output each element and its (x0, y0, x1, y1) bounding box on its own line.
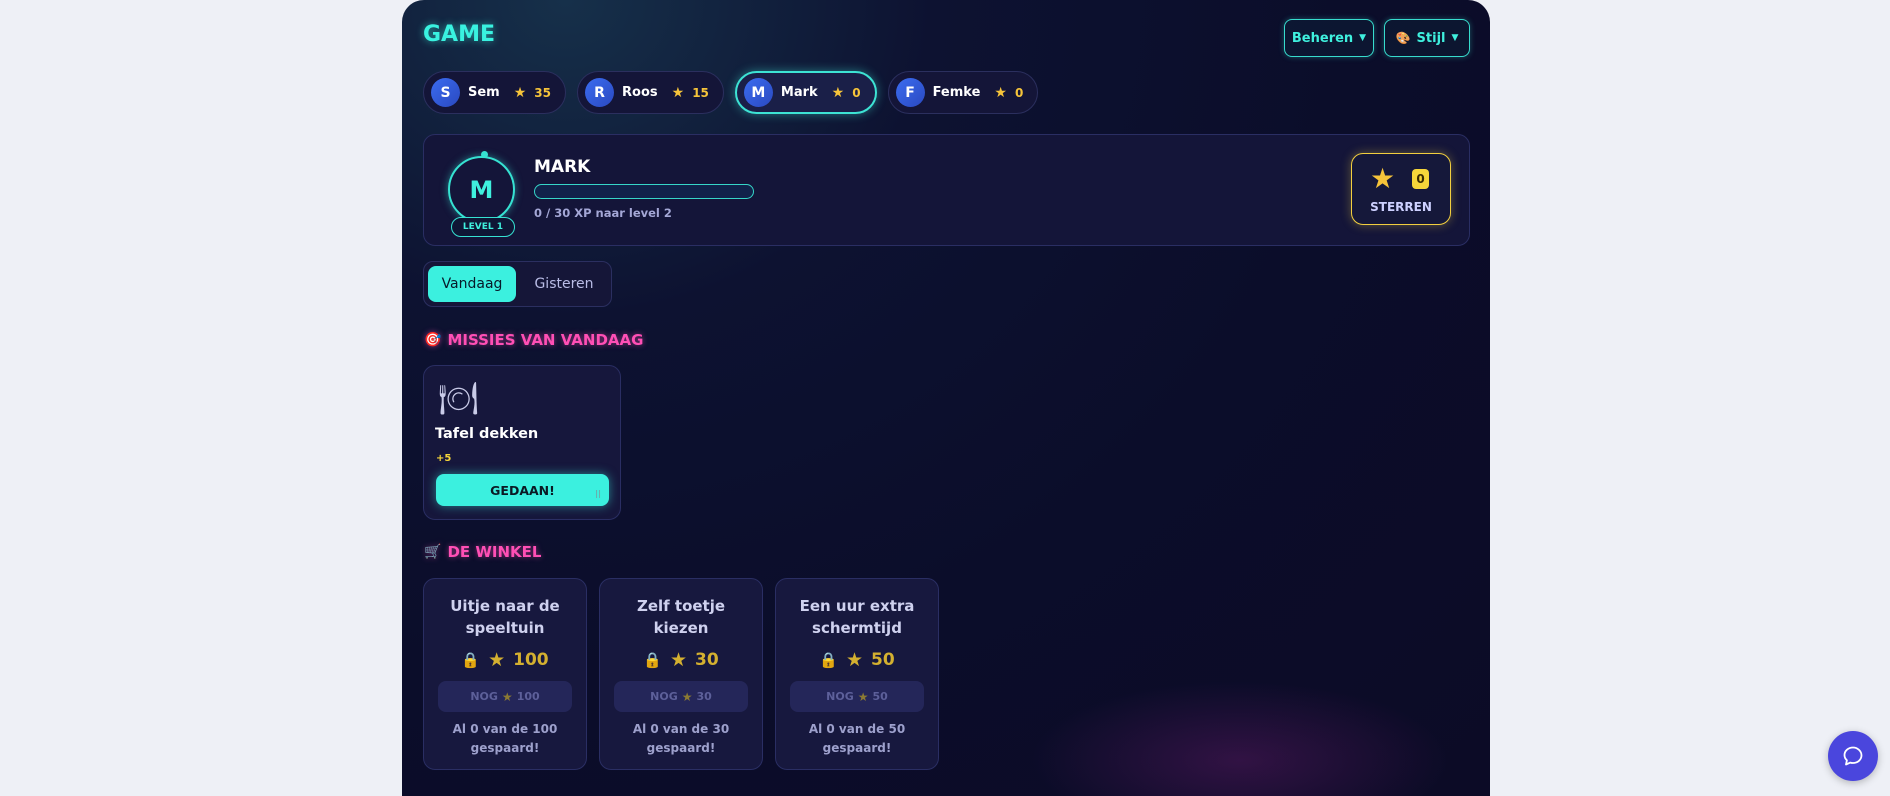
avatar: R (585, 78, 614, 107)
tab-yesterday[interactable]: Gisteren (524, 266, 604, 302)
shop-item-cost: 🔒 ★ 30 (600, 649, 762, 671)
player-stars: 15 (692, 85, 709, 100)
player-stars: 35 (534, 85, 551, 100)
player-selector: S Sem ★ 35 R Roos ★ 15 M Mark ★ 0 F Femk… (423, 71, 1039, 114)
need-label: NOG (470, 690, 498, 703)
manage-dropdown-button[interactable]: Beheren ▼ (1284, 19, 1374, 57)
missions-title: MISSIES VAN VANDAAG (447, 331, 644, 349)
shop-item-saved: Al 0 van de 100 gespaard! (452, 722, 558, 755)
need-value: 50 (872, 690, 888, 703)
player-chip-femke[interactable]: F Femke ★ 0 (887, 71, 1039, 114)
star-icon: ★ (513, 84, 527, 101)
need-label: NOG (650, 690, 678, 703)
player-name: Mark (780, 85, 818, 100)
shop-heading: 🛒 DE WINKEL (424, 543, 541, 561)
game-app-window: GAME Beheren ▼ 🎨 Stijl ▼ S Sem ★ 35 R Ro… (402, 0, 1490, 796)
player-name: Sem (468, 85, 500, 100)
missions-heading: 🎯 MISSIES VAN VANDAAG (424, 331, 643, 349)
shop-item-cost-value: 50 (871, 650, 895, 670)
star-icon: ★ (857, 689, 869, 704)
need-label: NOG (826, 690, 854, 703)
shop-item-need-button[interactable]: NOG ★ 50 (790, 681, 924, 712)
cart-icon: 🛒 (424, 544, 442, 560)
app-title: GAME (423, 22, 496, 47)
level-badge: LEVEL 1 (451, 217, 515, 237)
player-name: Femke (932, 85, 981, 100)
lock-icon: 🔒 (461, 651, 481, 669)
need-value: 30 (696, 690, 712, 703)
player-chip-roos[interactable]: R Roos ★ 15 (577, 71, 724, 114)
mission-done-button[interactable]: GEDAAN! || (436, 474, 609, 506)
shop-item-cost: 🔒 ★ 50 (776, 649, 938, 671)
avatar: F (895, 78, 925, 107)
star-icon: ★ (994, 84, 1007, 101)
star-count: 0 (1412, 169, 1429, 189)
profile-card: M LEVEL 1 MARK 0 / 30 XP naar level 2 ★ … (423, 134, 1470, 246)
shop-title: DE WINKEL (447, 543, 542, 561)
day-tabs: Vandaag Gisteren (423, 261, 612, 307)
xp-progress-bar (534, 184, 754, 199)
star-icon: ★ (681, 689, 693, 704)
mission-title: Tafel dekken (435, 426, 539, 442)
star-icon: ★ (669, 649, 688, 671)
star-icon: ★ (671, 84, 685, 101)
chevron-down-icon: ▼ (1359, 33, 1367, 43)
player-chip-sem[interactable]: S Sem ★ 35 (423, 71, 566, 114)
player-chip-mark[interactable]: M Mark ★ 0 (734, 71, 877, 114)
shop-item-need-button[interactable]: NOG ★ 100 (438, 681, 572, 712)
plate-cutlery-icon: 🍽 (438, 379, 479, 417)
star-icon: ★ (1370, 162, 1396, 195)
avatar: S (431, 78, 460, 107)
mission-card: 🍽 Tafel dekken +5 GEDAAN! || (423, 365, 621, 520)
style-dropdown-button[interactable]: 🎨 Stijl ▼ (1384, 19, 1470, 57)
shop-item-cost-value: 100 (513, 650, 549, 670)
stars-counter: ★ 0 STERREN (1351, 153, 1451, 225)
player-stars: 0 (852, 85, 861, 100)
player-stars: 0 (1014, 85, 1024, 100)
shop-item-card[interactable]: Zelf toetje kiezen 🔒 ★ 30 NOG ★ 30 Al 0 … (599, 578, 763, 770)
style-label: Stijl (1416, 30, 1446, 46)
profile-name: MARK (534, 157, 591, 177)
progress-dot-icon (481, 151, 488, 158)
drag-handle-icon: || (595, 489, 601, 498)
mission-done-label: GEDAAN! (490, 482, 555, 498)
shop-item-title: Zelf toetje kiezen (636, 597, 726, 637)
shop-item-saved: Al 0 van de 50 gespaard! (808, 722, 906, 755)
stars-label: STERREN (1370, 200, 1432, 214)
palette-icon: 🎨 (1395, 31, 1411, 45)
star-icon: ★ (845, 649, 864, 671)
profile-initial: M (469, 175, 494, 204)
tab-today[interactable]: Vandaag (428, 266, 516, 302)
shop-item-card[interactable]: Een uur extra schermtijd 🔒 ★ 50 NOG ★ 50… (775, 578, 939, 770)
level-avatar-ring: M (448, 156, 515, 223)
xp-text: 0 / 30 XP naar level 2 (534, 206, 672, 220)
target-icon: 🎯 (424, 332, 442, 348)
player-name: Roos (622, 85, 658, 100)
chat-button[interactable] (1828, 731, 1878, 781)
manage-label: Beheren (1291, 30, 1354, 46)
chat-bubble-icon (1843, 746, 1863, 766)
star-icon: ★ (488, 649, 506, 671)
shop-item-title: Een uur extra schermtijd (799, 597, 915, 637)
shop-item-title: Uitje naar de speeltuin (450, 597, 560, 637)
star-icon: ★ (831, 84, 845, 101)
shop-items: Uitje naar de speeltuin 🔒 ★ 100 NOG ★ 10… (423, 578, 939, 770)
need-value: 100 (516, 690, 540, 703)
avatar: M (743, 78, 773, 107)
lock-icon: 🔒 (643, 651, 662, 669)
mission-points: +5 (436, 453, 452, 464)
shop-item-saved: Al 0 van de 30 gespaard! (632, 722, 730, 755)
shop-item-need-button[interactable]: NOG ★ 30 (614, 681, 748, 712)
shop-item-card[interactable]: Uitje naar de speeltuin 🔒 ★ 100 NOG ★ 10… (423, 578, 587, 770)
shop-item-cost: 🔒 ★ 100 (424, 649, 586, 671)
lock-icon: 🔒 (819, 651, 838, 669)
star-icon: ★ (501, 689, 513, 704)
shop-item-cost-value: 30 (695, 650, 719, 670)
chevron-down-icon: ▼ (1451, 33, 1459, 43)
